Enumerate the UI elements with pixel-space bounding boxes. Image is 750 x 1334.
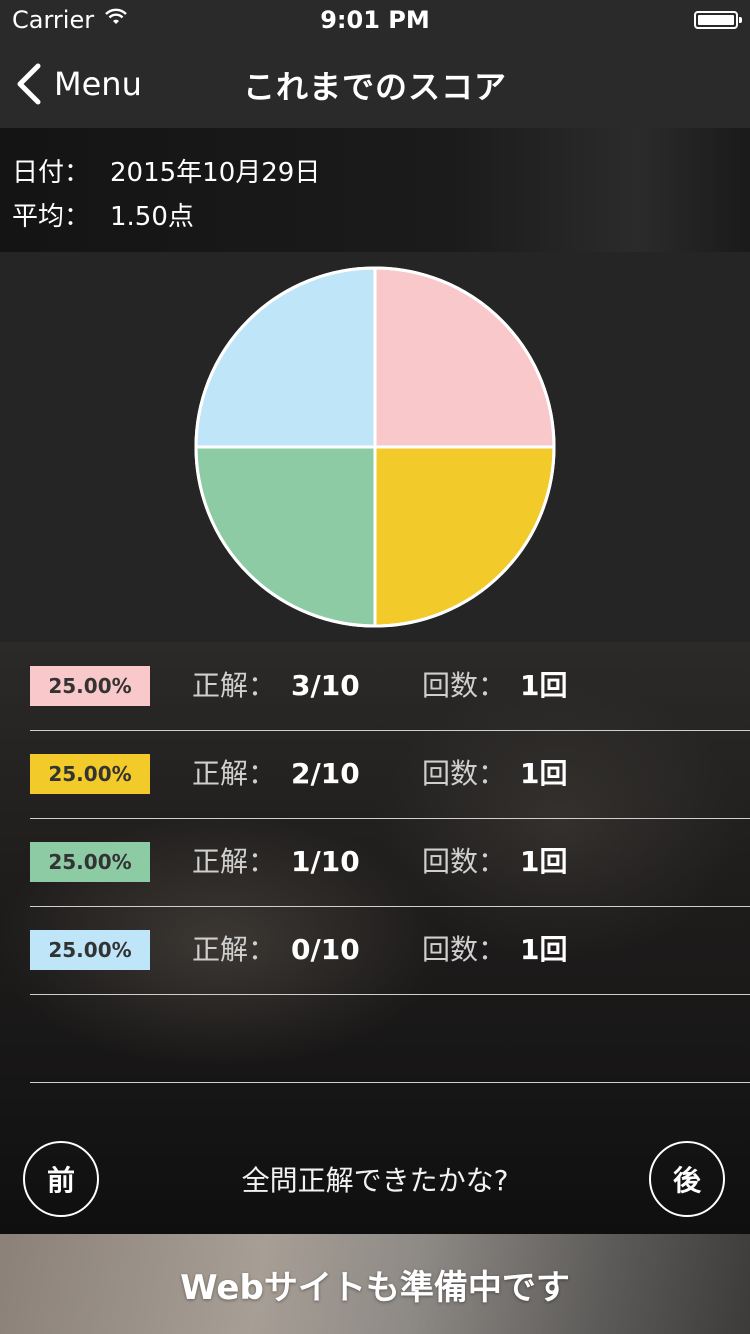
average-row: 平均： 1.50点: [12, 194, 194, 234]
page-title: これまでのスコア: [242, 68, 507, 106]
list-item: 25.00% 正解： 1/10 回数： 1回: [30, 818, 750, 907]
percent-badge: 25.00%: [30, 842, 150, 882]
count-value: 1回: [520, 845, 568, 878]
score-list: 25.00% 正解： 3/10 回数： 1回 25.00% 正解： 2/10 回…: [0, 642, 750, 1234]
count-value: 1回: [520, 933, 568, 966]
count-value: 1回: [520, 757, 568, 790]
average-label: 平均：: [12, 201, 91, 232]
next-button[interactable]: 後: [649, 1141, 725, 1217]
percent-badge: 25.00%: [30, 754, 150, 794]
list-item: 25.00% 正解： 0/10 回数： 1回: [30, 906, 750, 995]
correct-value: 0/10: [291, 933, 360, 966]
correct-value: 1/10: [291, 845, 360, 878]
website-banner[interactable]: Webサイトも準備中です: [0, 1234, 750, 1334]
list-item: 25.00% 正解： 3/10 回数： 1回: [30, 642, 750, 731]
average-value: 1.50点: [110, 201, 194, 232]
count-label: 回数：: [422, 845, 507, 878]
date-row: 日付： 2015年10月29日: [12, 150, 320, 190]
pie-chart: [194, 266, 556, 628]
hint-text: 全問正解できたかな?: [241, 1164, 509, 1197]
clock: 9:01 PM: [320, 6, 430, 34]
score-summary: 日付： 2015年10月29日 平均： 1.50点: [0, 128, 750, 252]
pie-slice: [373, 445, 556, 628]
correct-label: 正解：: [192, 845, 277, 878]
count-value: 1回: [520, 669, 568, 702]
battery-icon: [694, 11, 742, 29]
percent-badge: 25.00%: [30, 666, 150, 706]
correct-label: 正解：: [192, 669, 277, 702]
count-label: 回数：: [422, 933, 507, 966]
count-label: 回数：: [422, 669, 507, 702]
navigation-bar: Menu これまでのスコア: [0, 40, 750, 128]
status-bar: Carrier 9:01 PM: [0, 0, 750, 40]
list-item: 25.00% 正解： 2/10 回数： 1回: [30, 730, 750, 819]
correct-label: 正解：: [192, 933, 277, 966]
pie-slice: [194, 445, 377, 628]
date-value: 2015年10月29日: [110, 157, 321, 188]
pie-slice: [194, 266, 377, 449]
banner-text: Webサイトも準備中です: [180, 1267, 570, 1308]
pie-slice: [373, 266, 556, 449]
correct-label: 正解：: [192, 757, 277, 790]
date-label: 日付：: [12, 157, 91, 188]
correct-value: 3/10: [291, 669, 360, 702]
count-label: 回数：: [422, 757, 507, 790]
correct-value: 2/10: [291, 757, 360, 790]
pie-chart-area: [0, 252, 750, 642]
list-item-empty: [30, 994, 750, 1083]
percent-badge: 25.00%: [30, 930, 150, 970]
